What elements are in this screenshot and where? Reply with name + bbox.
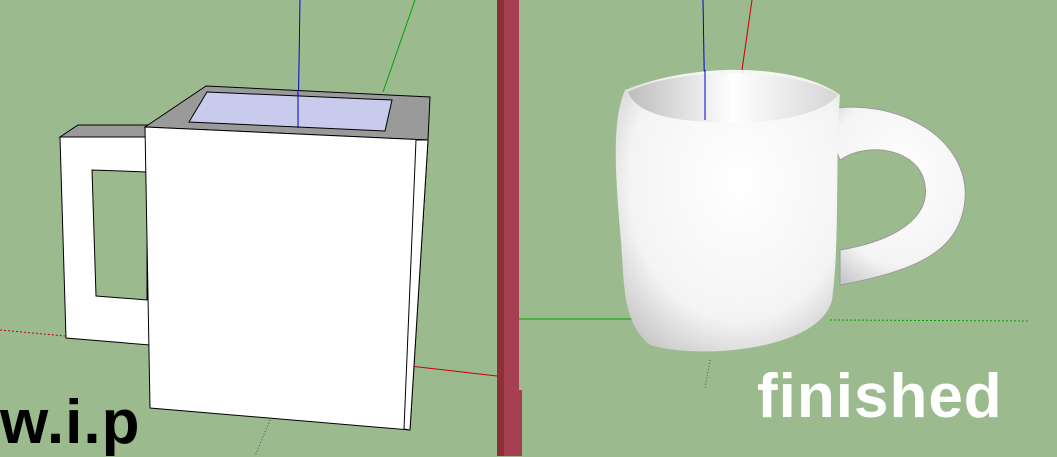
wip-mug-model bbox=[58, 85, 431, 431]
panel-divider bbox=[497, 0, 522, 456]
finished-label: finished bbox=[757, 362, 1003, 431]
wip-label: w.i.p bbox=[0, 388, 141, 457]
finished-mug-model bbox=[615, 69, 966, 352]
